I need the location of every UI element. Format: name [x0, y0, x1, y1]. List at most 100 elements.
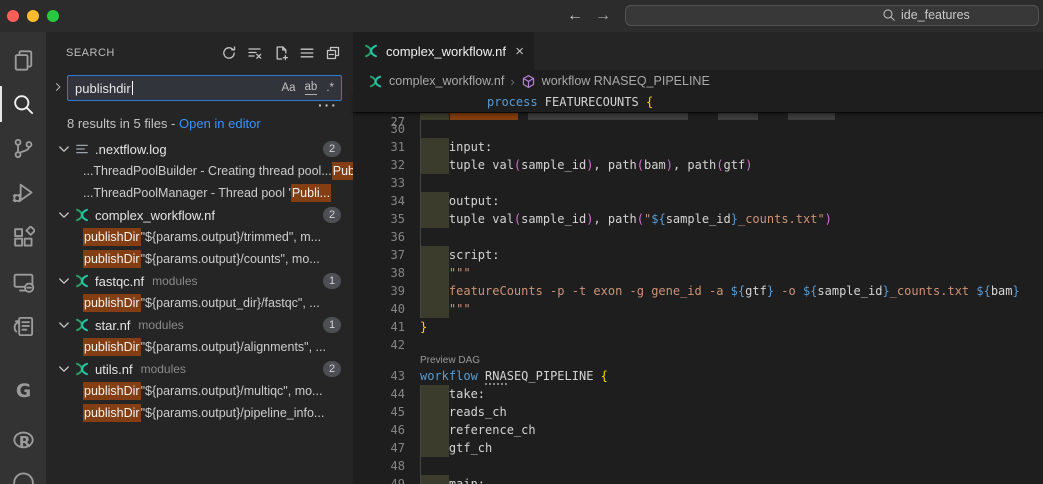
run-debug-icon[interactable]	[0, 170, 46, 214]
indent-guide	[420, 457, 421, 475]
gitlens-icon[interactable]: G	[0, 368, 46, 412]
nav-forward-button[interactable]: →	[592, 4, 614, 28]
clipped-fragment	[718, 113, 758, 120]
line-number: 40	[353, 300, 405, 318]
file-folder-description: modules	[141, 362, 186, 376]
match-row[interactable]: ...ThreadPoolManager - Thread pool 'Publ…	[46, 182, 353, 204]
chevron-down-icon[interactable]	[56, 317, 72, 333]
toggle-replace-icon[interactable]	[52, 80, 64, 96]
remote-explorer-icon[interactable]	[0, 260, 46, 304]
line-number: 37	[353, 246, 405, 264]
activity-bar: GR	[0, 32, 46, 484]
line-number: 48	[353, 457, 405, 475]
nextflow-icon	[74, 317, 90, 333]
line-number: 42	[353, 336, 405, 354]
more-actions-button[interactable]: ···	[318, 100, 338, 110]
match-highlight: publishDir	[83, 294, 141, 312]
open-in-editor-link[interactable]: Open in editor	[179, 116, 261, 131]
notebook-report-icon[interactable]	[0, 304, 46, 348]
match-row[interactable]: publishDir "${params.output}/pipeline_in…	[46, 402, 353, 424]
text-caret	[132, 81, 133, 95]
indent-guide	[420, 174, 421, 192]
regex-toggle[interactable]: .*	[326, 82, 334, 94]
nextflow-icon	[363, 43, 379, 59]
command-center[interactable]: ide_features	[625, 5, 1039, 26]
codelens-preview-dag[interactable]: Preview DAG	[353, 354, 1043, 367]
match-count-badge: 2	[323, 207, 341, 223]
file-result-row[interactable]: fastqc.nfmodules1	[46, 270, 353, 292]
match-text: "${params.output}/pipeline_info...	[141, 406, 325, 420]
file-result-row[interactable]: complex_workflow.nf2	[46, 204, 353, 226]
refresh-icon[interactable]	[219, 43, 239, 63]
extensions-icon[interactable]	[0, 215, 46, 259]
match-count-badge: 2	[323, 361, 341, 377]
match-text: "${params.output_dir}/fastqc", ...	[141, 296, 320, 310]
search-results-tree: .nextflow.log2...ThreadPoolBuilder - Cre…	[46, 138, 353, 424]
whole-word-toggle[interactable]: ab	[305, 81, 318, 95]
match-row[interactable]: publishDir "${params.output}/trimmed", m…	[46, 226, 353, 248]
search-panel-title: SEARCH	[66, 47, 115, 59]
match-highlight: publishDir	[83, 228, 141, 246]
code-line: 31 input:	[353, 138, 1043, 156]
code-line: 42	[353, 336, 1043, 354]
code-line: 37 script:	[353, 246, 1043, 264]
code-line: 49 main:	[353, 475, 1043, 484]
view-as-list-icon[interactable]	[297, 43, 317, 63]
nav-back-button[interactable]: ←	[564, 4, 586, 28]
clear-search-results-icon[interactable]	[245, 43, 265, 63]
tab-bar: complex_workflow.nf ×	[353, 32, 1043, 70]
chevron-down-icon[interactable]	[56, 361, 72, 377]
tab-close-icon[interactable]: ×	[515, 44, 524, 59]
open-new-search-editor-icon[interactable]	[271, 43, 291, 63]
code-line: 47 gtf_ch	[353, 439, 1043, 457]
line-number: 46	[353, 421, 405, 439]
chevron-down-icon[interactable]	[56, 141, 72, 157]
window-minimize-button[interactable]	[27, 10, 39, 22]
nextflow-icon	[74, 207, 90, 223]
match-text: "${params.output}/alignments", ...	[141, 340, 326, 354]
file-result-row[interactable]: utils.nf modules 2	[46, 358, 353, 380]
match-row[interactable]: publishDir "${params.output}/alignments"…	[46, 336, 353, 358]
partial-extension-icon[interactable]	[0, 456, 46, 484]
match-case-toggle[interactable]: Aa	[281, 82, 295, 94]
match-highlight: publishDir	[83, 250, 141, 268]
code-line: 45 reads_ch	[353, 403, 1043, 421]
match-row[interactable]: publishDir "${params.output}/counts", mo…	[46, 248, 353, 270]
file-result-row[interactable]: star.nfmodules1	[46, 314, 353, 336]
chevron-down-icon[interactable]	[56, 273, 72, 289]
window-close-button[interactable]	[7, 10, 19, 22]
match-text: "${params.output}/trimmed", m...	[141, 230, 321, 244]
code-line: 36	[353, 228, 1043, 246]
source-control-icon[interactable]	[0, 126, 46, 170]
file-name: fastqc.nf	[95, 274, 144, 289]
match-text: "${params.output}/multiqc", mo...	[141, 384, 323, 398]
match-count-badge: 2	[323, 141, 341, 157]
file-result-row[interactable]: .nextflow.log2	[46, 138, 353, 160]
match-row[interactable]: ...ThreadPoolBuilder - Creating thread p…	[46, 160, 353, 182]
code-line: 34 output:	[353, 192, 1043, 210]
line-number: 27	[353, 112, 405, 132]
match-row[interactable]: publishDir "${params.output_dir}/fastqc"…	[46, 292, 353, 314]
explorer-icon[interactable]	[0, 38, 46, 82]
chevron-down-icon[interactable]	[56, 207, 72, 223]
code-area[interactable]: 3031 input:32 tuple val(sample_id), path…	[353, 120, 1043, 484]
nextflow-icon	[74, 361, 90, 377]
collapse-all-icon[interactable]	[323, 43, 343, 63]
sticky-scroll-line[interactable]: 27 process FEATURECOUNTS {	[353, 92, 1043, 113]
breadcrumb-symbol[interactable]: workflow RNASEQ_PIPELINE	[542, 74, 710, 88]
tab-complex-workflow[interactable]: complex_workflow.nf ×	[353, 32, 534, 70]
breadcrumb-file[interactable]: complex_workflow.nf	[389, 74, 504, 88]
code-line: 41}	[353, 318, 1043, 336]
match-highlight: Publi...	[291, 184, 331, 202]
code-line: 40 """	[353, 300, 1043, 318]
window-zoom-button[interactable]	[47, 10, 59, 22]
search-icon[interactable]	[0, 82, 46, 126]
search-panel-actions	[219, 43, 343, 63]
titlebar: ← → ide_features	[0, 0, 1043, 32]
editor-group: complex_workflow.nf × complex_workflow.n…	[353, 32, 1043, 484]
file-name: utils.nf	[95, 362, 133, 377]
match-row[interactable]: publishDir "${params.output}/multiqc", m…	[46, 380, 353, 402]
file-folder-description: modules	[138, 318, 183, 332]
search-input[interactable]: publishdir Aa ab .*	[67, 75, 342, 101]
search-input-value: publishdir	[75, 81, 131, 96]
